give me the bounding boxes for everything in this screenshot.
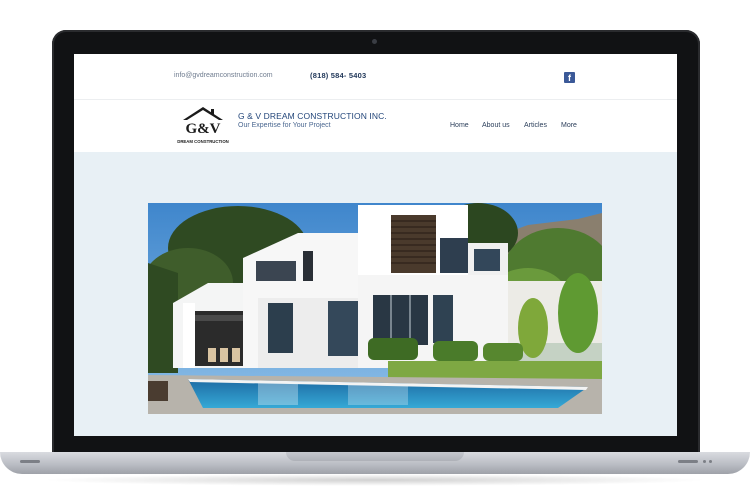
webcam	[372, 39, 377, 44]
laptop-led	[709, 460, 712, 463]
nav-about-us[interactable]: About us	[482, 122, 510, 129]
nav-home[interactable]: Home	[450, 122, 469, 129]
header: G&V DREAM CONSTRUCTION G & V DREAM CONST…	[74, 100, 677, 152]
laptop-hinge-notch	[286, 452, 464, 461]
website-screen: info@gvdreamconstruction.com (818) 584- …	[74, 54, 677, 436]
nav-more[interactable]: More	[561, 122, 577, 129]
main-content	[74, 152, 677, 436]
nav-articles[interactable]: Articles	[524, 122, 547, 129]
logo-letters: G&V	[186, 121, 221, 137]
facebook-icon[interactable]: f	[564, 72, 575, 83]
email-link[interactable]: info@gvdreamconstruction.com	[174, 72, 273, 79]
laptop-led	[703, 460, 706, 463]
laptop-vent-left	[20, 460, 40, 463]
phone-number[interactable]: (818) 584- 5403	[310, 71, 366, 80]
laptop-vent-right	[678, 460, 698, 463]
hero-image	[148, 203, 602, 414]
logo-caption: DREAM CONSTRUCTION	[177, 139, 229, 144]
company-name[interactable]: G & V DREAM CONSTRUCTION INC.	[238, 111, 387, 121]
laptop-shadow	[40, 474, 710, 486]
company-tagline: Our Expertise for Your Project	[238, 122, 331, 129]
contact-bar: info@gvdreamconstruction.com (818) 584- …	[74, 54, 677, 100]
brand-logo[interactable]: G&V DREAM CONSTRUCTION	[174, 104, 232, 148]
